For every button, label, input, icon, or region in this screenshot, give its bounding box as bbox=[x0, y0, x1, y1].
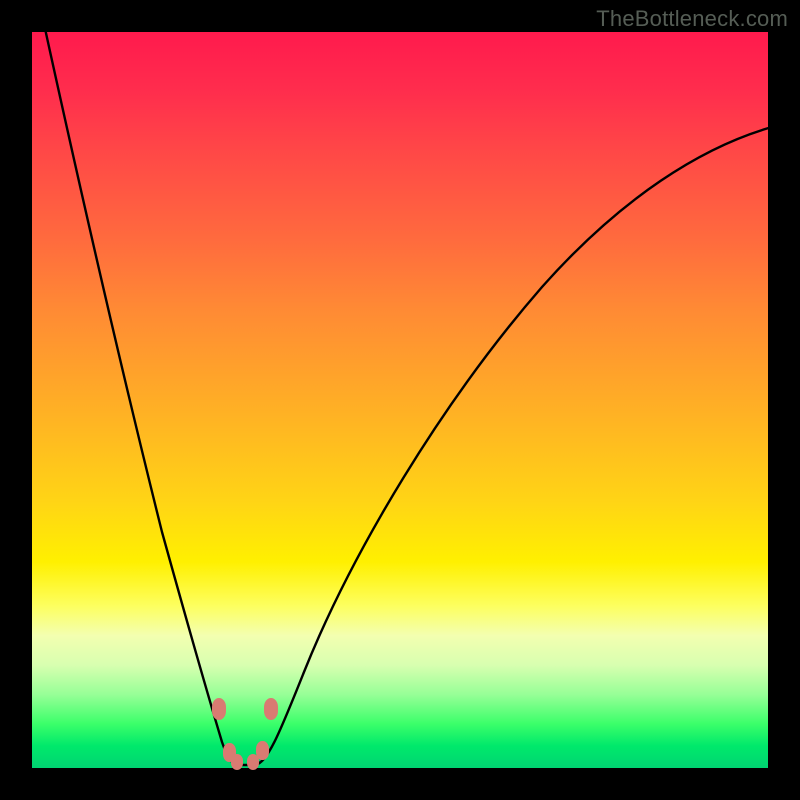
curve-markers bbox=[212, 698, 278, 770]
chart-frame: TheBottleneck.com bbox=[0, 0, 800, 800]
marker-dot bbox=[256, 741, 269, 760]
marker-dot bbox=[212, 698, 226, 720]
marker-dot bbox=[264, 698, 278, 720]
attribution-watermark: TheBottleneck.com bbox=[596, 6, 788, 32]
marker-dot bbox=[231, 754, 243, 770]
curve-left-branch bbox=[44, 24, 239, 765]
chart-plot-area bbox=[32, 32, 768, 768]
bottleneck-curve bbox=[32, 32, 768, 768]
curve-right-branch bbox=[254, 127, 772, 765]
